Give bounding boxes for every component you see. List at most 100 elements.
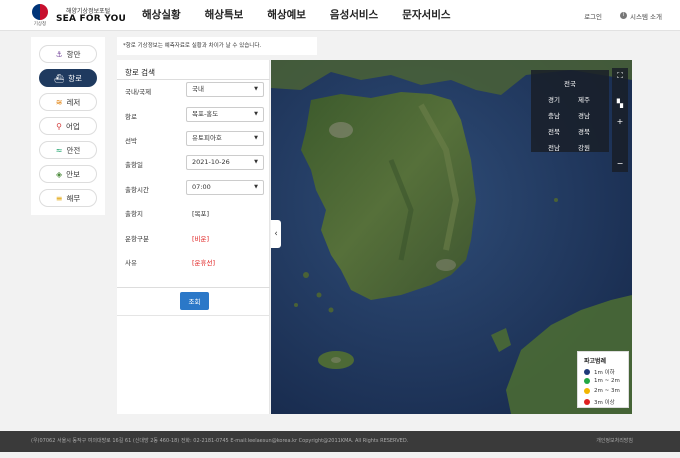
kma-emblem-icon (32, 4, 48, 20)
sidebar-item-fog[interactable]: ≡ 해무 (39, 189, 97, 207)
reason-label: 사유 (125, 259, 137, 267)
reason-value: [운휴선] (192, 259, 216, 267)
departure-time-select[interactable]: 07:00 ▼ (186, 180, 264, 195)
legend-label: 3m 이상 (594, 400, 615, 406)
leisure-icon: ≋ (55, 97, 63, 107)
departure-date-label: 출항일 (125, 161, 143, 169)
sidebar-item-security[interactable]: ◈ 안보 (39, 165, 97, 183)
region-chungnam[interactable]: 충남 (539, 110, 569, 120)
legend-label: 1m 이하 (594, 370, 615, 376)
site-logo[interactable]: 기상청 해양기상정보포털 SEA FOR YOU (30, 4, 126, 28)
region-jeonbuk[interactable]: 전북 (539, 126, 569, 136)
nav-text-service[interactable]: 문자서비스 (390, 0, 462, 31)
departure-date-select[interactable]: 2021-10-26 ▼ (186, 155, 264, 170)
privacy-policy-link[interactable]: 개인정보처리방침 (596, 431, 633, 452)
collapse-panel-button[interactable]: ‹ (271, 220, 281, 248)
legend-item: 1m ~ 2m (584, 378, 620, 384)
sidebar-item-route[interactable]: ⛴ 항로 (39, 69, 97, 87)
select-value: 유토피아호 (192, 134, 222, 142)
sidebar-item-label: 안보 (66, 169, 80, 179)
nav-sea-forecast[interactable]: 해상예보 (255, 0, 318, 31)
legend-item: 1m 이하 (584, 368, 615, 376)
nav-sea-warning[interactable]: 해상특보 (193, 0, 256, 31)
satellite-map[interactable]: ‹ 전국 경기 제주 충남 경남 전북 경북 전남 강원 ⛶ ▚ + − 파고범… (271, 60, 632, 414)
departure-port-label: 출항지 (125, 210, 143, 218)
divider (117, 287, 270, 288)
fog-icon: ≡ (55, 193, 63, 203)
login-link[interactable]: 로그인 (584, 11, 602, 21)
anchor-icon: ⚓ (55, 49, 63, 59)
region-gyeongbuk[interactable]: 경북 (569, 126, 599, 136)
safety-icon: ≈ (55, 145, 63, 155)
select-value: 국내 (192, 85, 204, 93)
sidebar-item-fishing[interactable]: ⚲ 어업 (39, 117, 97, 135)
divider (117, 79, 270, 80)
operation-type-label: 운항구분 (125, 235, 149, 243)
region-gyeongnam[interactable]: 경남 (569, 110, 599, 120)
select-value: 07:00 (192, 183, 211, 191)
shield-icon: ◈ (56, 169, 63, 179)
utility-links: 로그인 i 시스템 소개 (584, 0, 662, 31)
departure-port-value: [목포] (192, 210, 210, 218)
sidebar-item-label: 항로 (68, 73, 82, 83)
logo-org: 기상청 (33, 22, 47, 27)
operation-type-value: [비운] (192, 235, 210, 243)
sidebar-item-label: 안전 (66, 145, 81, 155)
logo-title: SEA FOR YOU (56, 14, 126, 24)
region-jeonnam[interactable]: 전남 (539, 142, 569, 152)
route-label: 항로 (125, 113, 137, 121)
sidebar-item-port[interactable]: ⚓ 항만 (39, 45, 97, 63)
forecast-notice: *항로 기상정보는 예측자료로 실황과 차이가 날 수 있습니다. (117, 37, 317, 55)
fullscreen-icon[interactable]: ⛶ (612, 68, 628, 84)
legend-dot-icon (584, 399, 590, 405)
system-intro-link[interactable]: 시스템 소개 (630, 11, 662, 21)
search-button[interactable]: 조회 (180, 292, 209, 310)
sidebar-item-label: 해무 (66, 193, 81, 203)
caret-down-icon: ▼ (254, 86, 258, 92)
legend-item: 2m ~ 3m (584, 388, 620, 394)
caret-down-icon: ▼ (254, 111, 258, 117)
main-nav: 해상실황 해상특보 해상예보 음성서비스 문자서비스 (130, 0, 463, 31)
select-value: 2021-10-26 (192, 158, 230, 166)
fishing-icon: ⚲ (56, 121, 63, 131)
sidebar-item-leisure[interactable]: ≋ 레저 (39, 93, 97, 111)
domestic-international-select[interactable]: 국내 ▼ (186, 82, 264, 97)
vessel-label: 선박 (125, 137, 137, 145)
footer-address: (우)07062 서울시 동작구 여의대방로 16길 61 (신대방 2동 46… (31, 438, 409, 444)
wave-height-legend: 파고범례 1m 이하 1m ~ 2m 2m ~ 3m 3m 이상 (577, 351, 629, 408)
sidebar-item-safety[interactable]: ≈ 안전 (39, 141, 97, 159)
layers-icon[interactable]: ▚ (612, 96, 628, 112)
map-toolbar: ⛶ ▚ + − (612, 68, 628, 172)
zoom-in-icon[interactable]: + (612, 114, 628, 130)
route-select[interactable]: 목포-홍도 ▼ (186, 107, 264, 122)
sidebar-item-label: 어업 (66, 121, 80, 131)
ship-icon: ⛴ (54, 73, 65, 83)
zoom-out-icon[interactable]: − (612, 156, 628, 172)
legend-item: 3m 이상 (584, 398, 615, 406)
departure-time-label: 출항시간 (125, 186, 149, 194)
category-sidebar: ⚓ 항만 ⛴ 항로 ≋ 레저 ⚲ 어업 ≈ 안전 ◈ 안보 ≡ 해무 (31, 37, 105, 215)
legend-label: 1m ~ 2m (594, 378, 620, 384)
legend-dot-icon (584, 369, 590, 375)
region-jeju[interactable]: 제주 (569, 94, 599, 104)
region-gangwon[interactable]: 강원 (569, 142, 599, 152)
nav-voice-service[interactable]: 음성서비스 (318, 0, 390, 31)
caret-down-icon: ▼ (254, 159, 258, 165)
region-selector: 전국 경기 제주 충남 경남 전북 경북 전남 강원 (531, 70, 609, 152)
legend-title: 파고범례 (584, 358, 607, 365)
nav-sea-observation[interactable]: 해상실황 (130, 0, 193, 31)
header: 기상청 해양기상정보포털 SEA FOR YOU 해상실황 해상특보 해상예보 … (0, 0, 680, 31)
legend-label: 2m ~ 3m (594, 388, 620, 394)
domestic-international-label: 국내/국제 (125, 88, 152, 96)
select-value: 목포-홍도 (192, 110, 219, 118)
region-gyeonggi[interactable]: 경기 (539, 94, 569, 104)
sidebar-item-label: 레저 (66, 97, 81, 107)
legend-dot-icon (584, 378, 590, 384)
divider (117, 315, 270, 316)
region-all[interactable]: 전국 (531, 78, 609, 88)
footer: (우)07062 서울시 동작구 여의대방로 16길 61 (신대방 2동 46… (0, 431, 680, 452)
route-search-panel: 항로 검색 국내/국제 국내 ▼ 항로 목포-홍도 ▼ 선박 유토피아호 ▼ 출… (117, 60, 270, 414)
caret-down-icon: ▼ (254, 184, 258, 190)
vessel-select[interactable]: 유토피아호 ▼ (186, 131, 264, 146)
panel-title: 항로 검색 (125, 68, 155, 77)
